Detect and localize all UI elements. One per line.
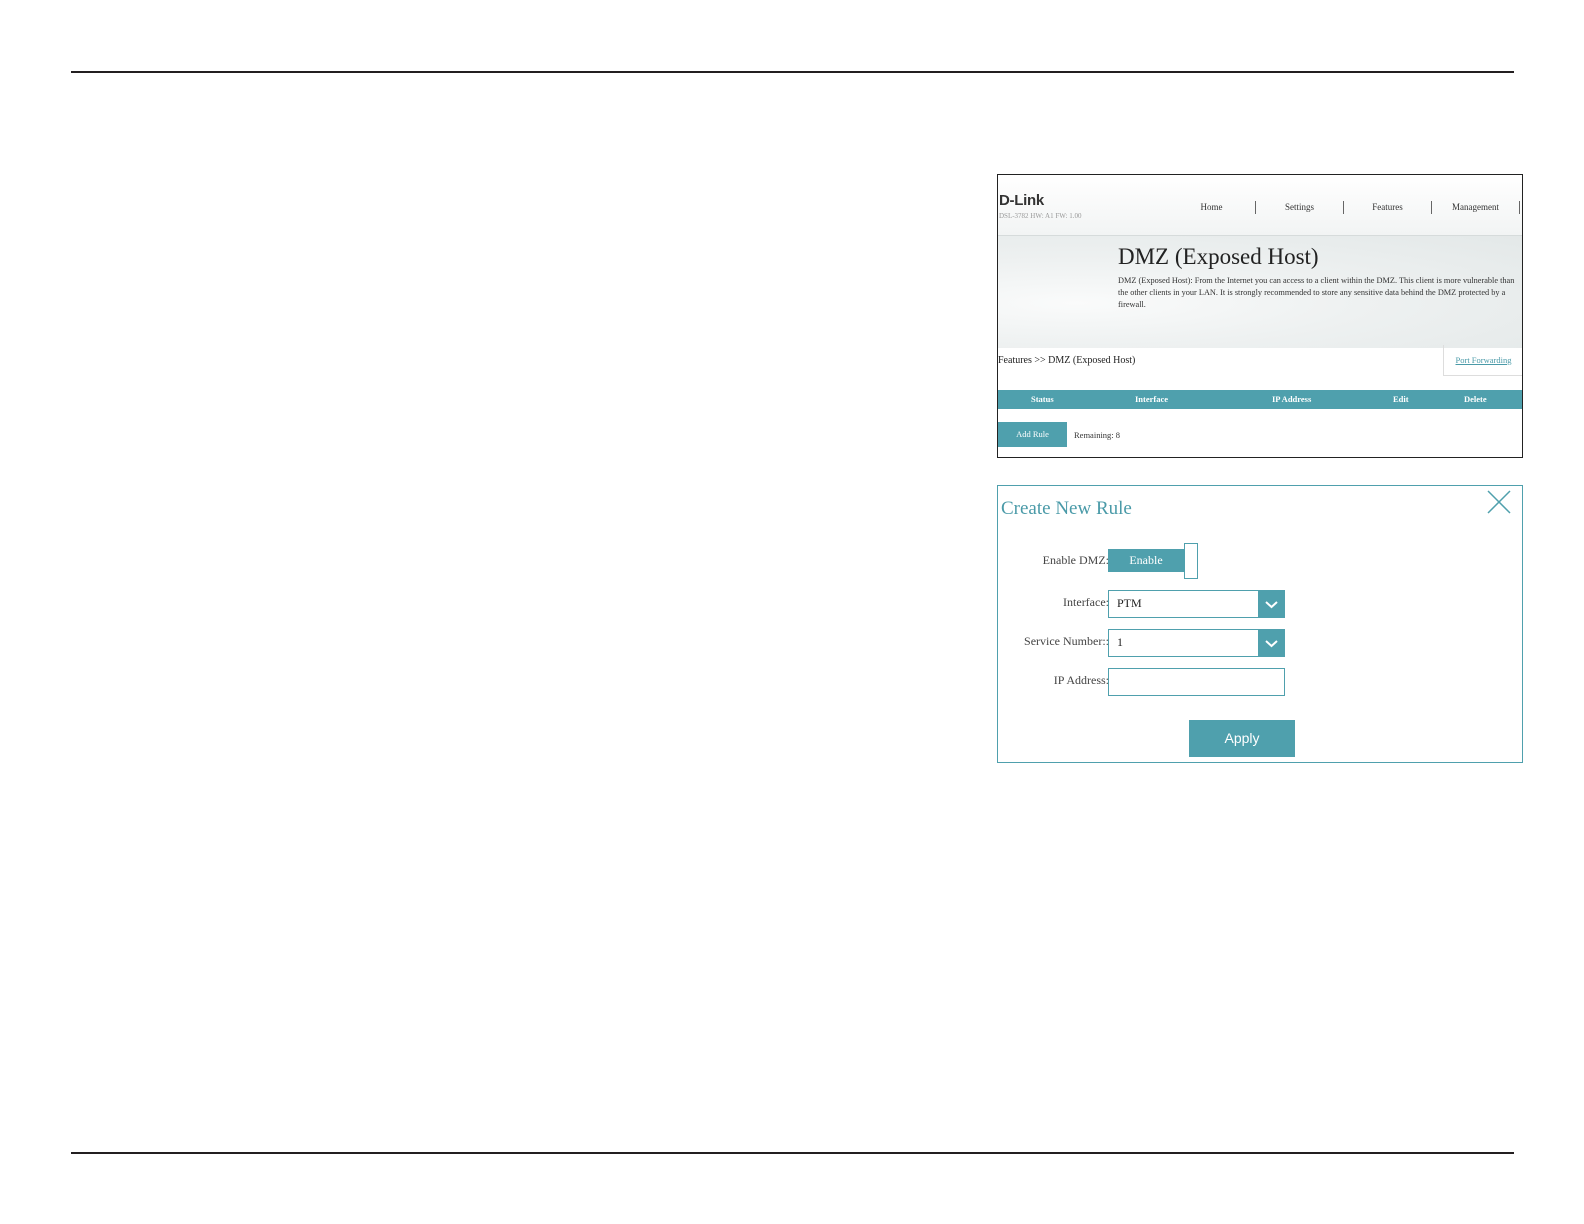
col-delete: Delete	[1464, 394, 1487, 404]
nav-management[interactable]: Management	[1432, 201, 1520, 214]
ip-address-label: IP Address:	[1053, 673, 1109, 687]
rules-table-header: Status Interface IP Address Edit Delete	[998, 390, 1522, 409]
toggle-knob	[1184, 543, 1198, 579]
service-number-dropdown-button[interactable]	[1258, 629, 1285, 657]
nav-home[interactable]: Home	[1168, 201, 1256, 214]
add-rule-button[interactable]: Add Rule	[998, 422, 1067, 447]
interface-label: Interface:	[1063, 595, 1109, 609]
enable-dmz-toggle[interactable]: Enable	[1108, 543, 1198, 579]
service-number-value: 1	[1117, 635, 1123, 649]
dialog-title: Create New Rule	[1001, 498, 1132, 519]
dlink-logo: D-Link	[999, 192, 1044, 209]
col-status: Status	[1031, 394, 1054, 404]
page-title: DMZ (Exposed Host)	[1118, 244, 1319, 269]
service-number-select[interactable]: 1	[1108, 629, 1285, 657]
close-icon[interactable]	[1485, 488, 1513, 516]
breadcrumb: Features >> DMZ (Exposed Host)	[998, 355, 1136, 366]
page-description: DMZ (Exposed Host): From the Internet yo…	[1118, 276, 1515, 309]
model-info: DSL-3782 HW: A1 FW: 1.00	[999, 212, 1082, 220]
nav-settings[interactable]: Settings	[1256, 201, 1344, 214]
interface-select[interactable]: PTM	[1108, 590, 1285, 618]
col-edit: Edit	[1393, 394, 1409, 404]
create-rule-dialog: Create New Rule Enable DMZ: Enable Inter…	[997, 485, 1523, 763]
nav-features[interactable]: Features	[1344, 201, 1432, 214]
bottom-divider	[71, 1152, 1514, 1154]
top-divider	[71, 71, 1514, 73]
top-nav: Home Settings Features Management	[1168, 201, 1520, 214]
enable-dmz-label: Enable DMZ:	[1042, 553, 1109, 567]
interface-dropdown-button[interactable]	[1258, 590, 1285, 618]
toggle-state-label: Enable	[1108, 549, 1184, 572]
chevron-down-icon	[1265, 640, 1278, 648]
apply-button[interactable]: Apply	[1189, 720, 1295, 757]
page-banner: DMZ (Exposed Host) DMZ (Exposed Host): F…	[998, 236, 1522, 348]
col-ip-address: IP Address	[1272, 394, 1312, 404]
service-number-label: Service Number::	[1024, 634, 1109, 648]
remaining-count: Remaining: 8	[1074, 430, 1121, 440]
chevron-down-icon	[1265, 601, 1278, 609]
port-forwarding-link[interactable]: Port Forwarding	[1443, 345, 1522, 376]
router-header: D-Link DSL-3782 HW: A1 FW: 1.00 Home Set…	[998, 175, 1522, 236]
ip-address-input[interactable]	[1108, 668, 1285, 696]
router-dmz-page: D-Link DSL-3782 HW: A1 FW: 1.00 Home Set…	[997, 174, 1523, 458]
interface-value: PTM	[1117, 596, 1142, 610]
col-interface: Interface	[1135, 394, 1169, 404]
